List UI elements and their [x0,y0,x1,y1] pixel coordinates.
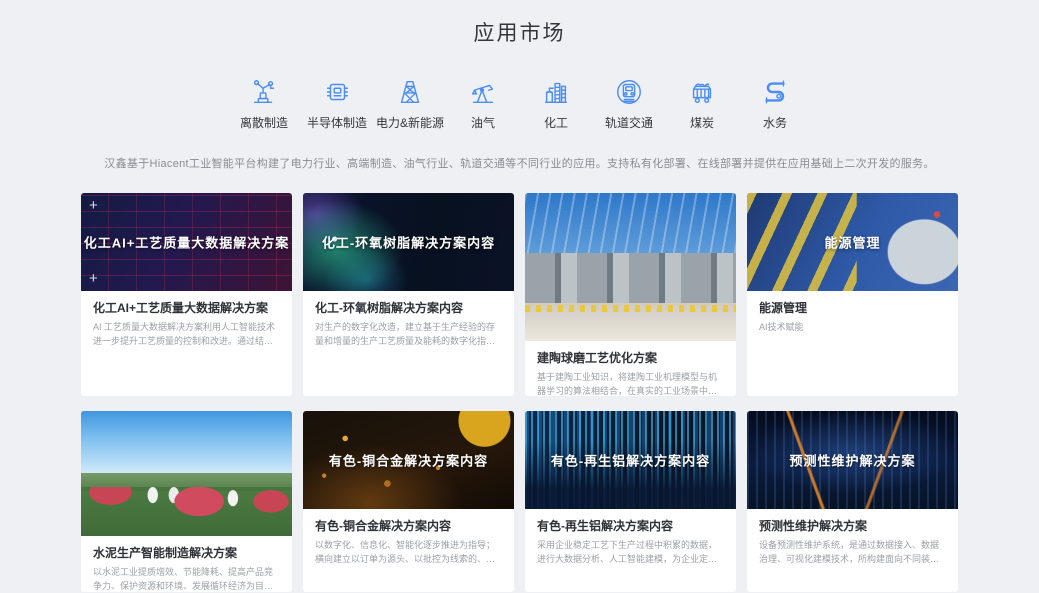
page-title: 应用市场 [0,0,1039,47]
oil-pump-icon [468,77,498,107]
category-label: 油气 [471,114,495,131]
category-label: 轨道交通 [605,114,653,131]
card-title: 化工AI+工艺质量大数据解决方案 [93,299,280,316]
card-recycled-aluminum[interactable]: 有色-再生铝解决方案内容 有色-再生铝解决方案内容 采用企业稳定工艺下生产过程中… [525,411,736,592]
water-pipe-icon [760,77,790,107]
card-description: 设备预测性维护系统，是通过数据接入、数据治理、可视化建模技术，所构建面向不同装备… [759,538,946,566]
card-image-title: 化工-环氧树脂解决方案内容 [303,233,514,252]
category-label: 电力&新能源 [376,114,444,131]
card-image-title: 预测性维护解决方案 [747,451,958,470]
card-predictive-maintenance[interactable]: 预测性维护解决方案 预测性维护解决方案 设备预测性维护系统，是通过数据接入、数据… [747,411,958,592]
card-image: 化工-环氧树脂解决方案内容 [303,193,514,291]
category-power-energy[interactable]: 电力&新能源 [382,77,438,131]
category-label: 煤炭 [690,114,714,131]
category-label: 半导体制造 [307,114,367,131]
card-copper-alloy[interactable]: 有色-铜合金解决方案内容 有色-铜合金解决方案内容 以数字化、信息化、智能化逐步… [303,411,514,592]
card-image: 化工AI+工艺质量大数据解决方案 [81,193,292,291]
category-chemical[interactable]: 化工 [528,77,584,131]
card-image-title: 能源管理 [747,233,958,252]
card-description: AI技术赋能 [759,320,946,334]
card-description: 以水泥工业提质增效、节能降耗、提高产品竞争力、保护资源和环境、发展循环经济为目标… [93,565,280,592]
category-discrete-manufacturing[interactable]: 离散制造 [236,77,292,131]
chip-icon [322,77,352,107]
card-image-title: 化工AI+工艺质量大数据解决方案 [81,233,292,252]
card-energy-management[interactable]: 能源管理 能源管理 AI技术赋能 [747,193,958,396]
card-title: 化工-环氧树脂解决方案内容 [315,299,502,316]
card-image: 有色-再生铝解决方案内容 [525,411,736,509]
card-title: 有色-铜合金解决方案内容 [315,517,502,534]
power-tower-icon [395,77,425,107]
card-image [81,411,292,536]
card-title: 能源管理 [759,299,946,316]
chemical-plant-icon [541,77,571,107]
card-description: AI 工艺质量大数据解决方案利用人工智能技术进一步提升工艺质量的控制和改进。通过… [93,320,280,348]
card-image [525,193,736,341]
category-coal[interactable]: 煤炭 [674,77,730,131]
card-image-title: 有色-再生铝解决方案内容 [525,451,736,470]
card-title: 有色-再生铝解决方案内容 [537,517,724,534]
card-ceramic-ball-mill[interactable]: 建陶球磨工艺优化方案 基于建陶工业知识，将建陶工业机理模型与机器学习的算法相结合… [525,193,736,396]
category-label: 水务 [763,114,787,131]
card-epoxy-resin[interactable]: 化工-环氧树脂解决方案内容 化工-环氧树脂解决方案内容 对生产的数字化改造，建立… [303,193,514,396]
card-image: 有色-铜合金解决方案内容 [303,411,514,509]
card-title: 预测性维护解决方案 [759,517,946,534]
solution-card-grid: 化工AI+工艺质量大数据解决方案 化工AI+工艺质量大数据解决方案 AI 工艺质… [81,193,958,592]
card-chemical-ai-quality[interactable]: 化工AI+工艺质量大数据解决方案 化工AI+工艺质量大数据解决方案 AI 工艺质… [81,193,292,396]
coal-cart-icon [687,77,717,107]
card-title: 水泥生产智能制造解决方案 [93,544,280,561]
card-image-title: 有色-铜合金解决方案内容 [303,451,514,470]
category-label: 离散制造 [240,114,288,131]
robot-arm-icon [249,77,279,107]
card-title: 建陶球磨工艺优化方案 [537,349,724,366]
section-intro: 汉鑫基于Hiacent工业智能平台构建了电力行业、高端制造、油气行业、轨道交通等… [0,155,1039,171]
card-image: 预测性维护解决方案 [747,411,958,509]
card-description: 对生产的数字化改造，建立基于生产经验的存量和增量的生产工艺质量及能耗的数字化指标… [315,320,502,348]
card-description: 以数字化、信息化、智能化逐步推进为指导；横向建立以订单为源头、以批控为线索的、从… [315,538,502,566]
category-oil-gas[interactable]: 油气 [455,77,511,131]
card-description: 基于建陶工业知识，将建陶工业机理模型与机器学习的算法相结合，在真实的工业场景中，… [537,370,724,396]
category-label: 化工 [544,114,568,131]
train-icon [614,77,644,107]
card-cement-smart-manufacturing[interactable]: 水泥生产智能制造解决方案 以水泥工业提质增效、节能降耗、提高产品竞争力、保护资源… [81,411,292,592]
category-rail-transit[interactable]: 轨道交通 [601,77,657,131]
category-water[interactable]: 水务 [747,77,803,131]
card-image: 能源管理 [747,193,958,291]
category-semiconductor[interactable]: 半导体制造 [309,77,365,131]
category-row: 离散制造 半导体制造 电力&新能源 油气 化工 轨道交通 煤炭 [0,77,1039,131]
card-description: 采用企业稳定工艺下生产过程中积累的数据，进行大数据分析、人工智能建模，为企业定制… [537,538,724,566]
